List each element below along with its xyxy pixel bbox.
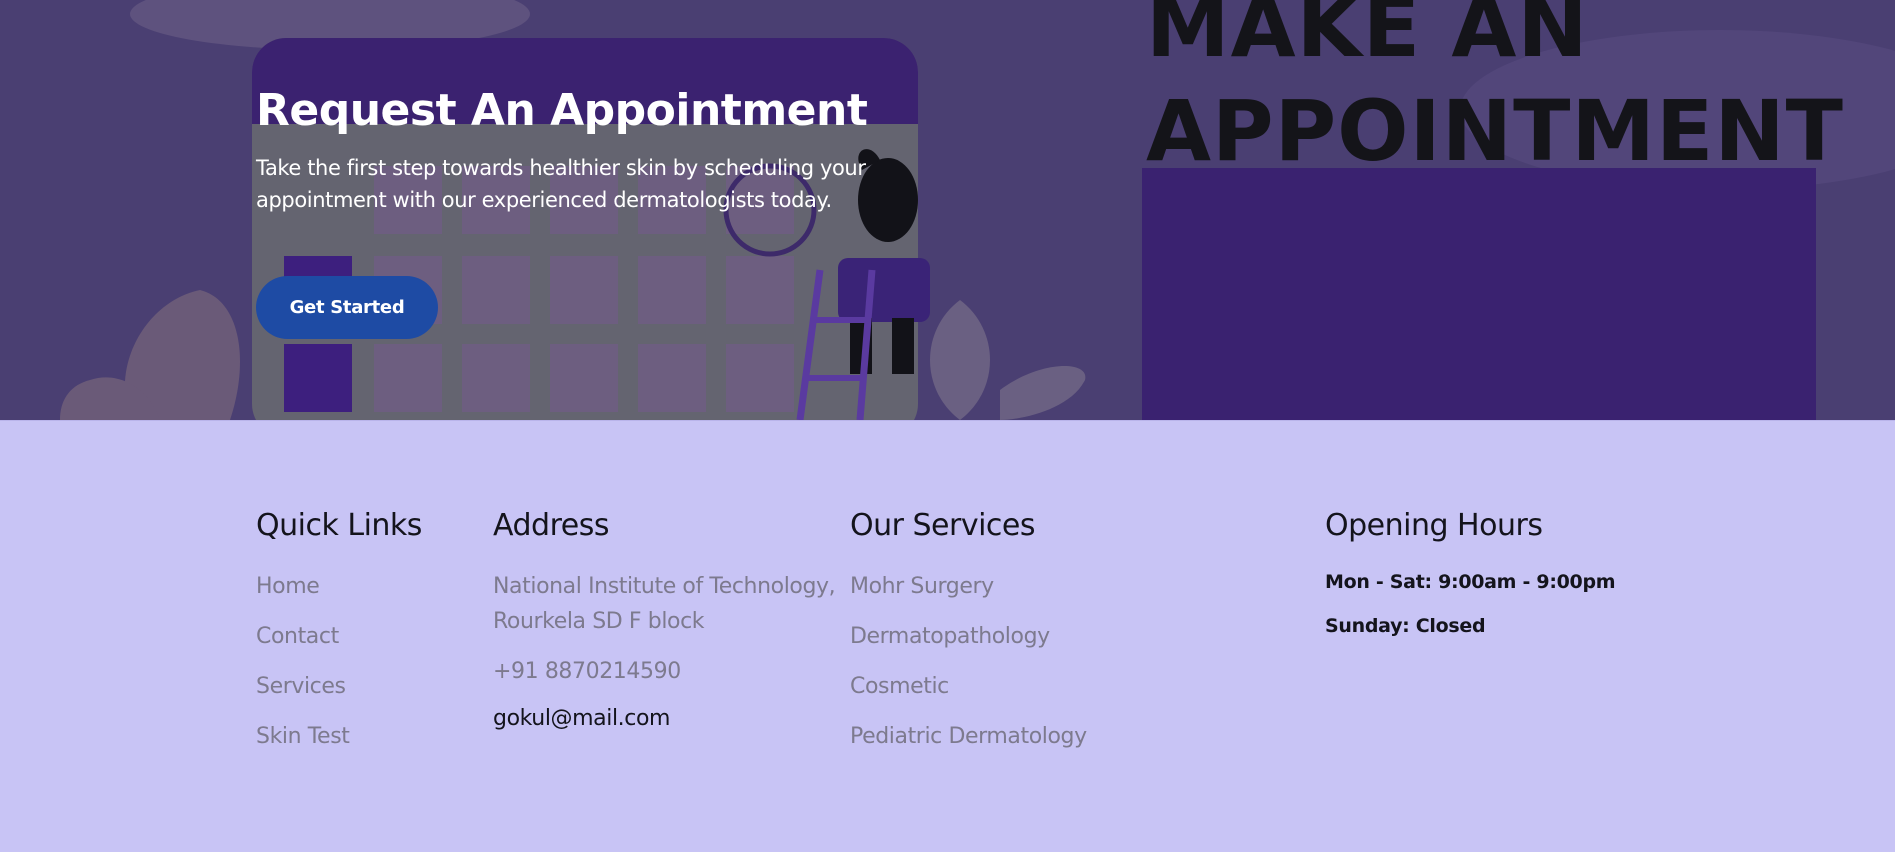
service-link-mohr-surgery[interactable]: Mohr Surgery — [850, 569, 1087, 604]
footer-link-contact[interactable]: Contact — [256, 619, 422, 654]
footer-link-services[interactable]: Services — [256, 669, 422, 704]
weekday-hours: Mon - Sat: 9:00am - 9:00pm — [1325, 571, 1616, 593]
service-link-cosmetic[interactable]: Cosmetic — [850, 669, 1087, 704]
services-heading: Our Services — [850, 508, 1036, 543]
email-link[interactable]: gokul@mail.com — [493, 704, 843, 734]
hero-subtitle: Take the first step towards healthier sk… — [256, 156, 866, 212]
opening-hours-heading: Opening Hours — [1325, 508, 1543, 543]
quick-links-section: Quick Links Home Contact Services Skin T… — [256, 509, 422, 769]
footer-link-skin-test[interactable]: Skin Test — [256, 719, 422, 754]
sunday-hours: Sunday: Closed — [1325, 615, 1486, 637]
get-started-button[interactable]: Get Started — [256, 276, 438, 339]
services-section: Our Services Mohr Surgery Dermatopatholo… — [850, 509, 1087, 769]
site-footer: Quick Links Home Contact Services Skin T… — [0, 420, 1895, 852]
quick-links-heading: Quick Links — [256, 508, 422, 543]
address-heading: Address — [493, 508, 609, 543]
footer-link-home[interactable]: Home — [256, 569, 422, 604]
phone-number[interactable]: +91 8870214590 — [493, 654, 843, 689]
image-heading-line2: APPOINTMENT — [1146, 82, 1844, 180]
hero-title: Request An Appointment — [256, 85, 868, 136]
image-heading-line1: MAKE AN — [1146, 0, 1589, 76]
hero-text: Request An Appointment Take the first st… — [256, 84, 876, 216]
address-section: Address National Institute of Technology… — [493, 509, 843, 734]
opening-hours-section: Opening Hours Mon - Sat: 9:00am - 9:00pm… — [1325, 508, 1616, 657]
service-link-pediatric-dermatology[interactable]: Pediatric Dermatology — [850, 719, 1087, 754]
service-link-dermatopathology[interactable]: Dermatopathology — [850, 619, 1087, 654]
hero-banner: MAKE AN APPOINTMENT Request An Appointme… — [0, 0, 1895, 420]
address-text: National Institute of Technology, Rourke… — [493, 574, 836, 634]
